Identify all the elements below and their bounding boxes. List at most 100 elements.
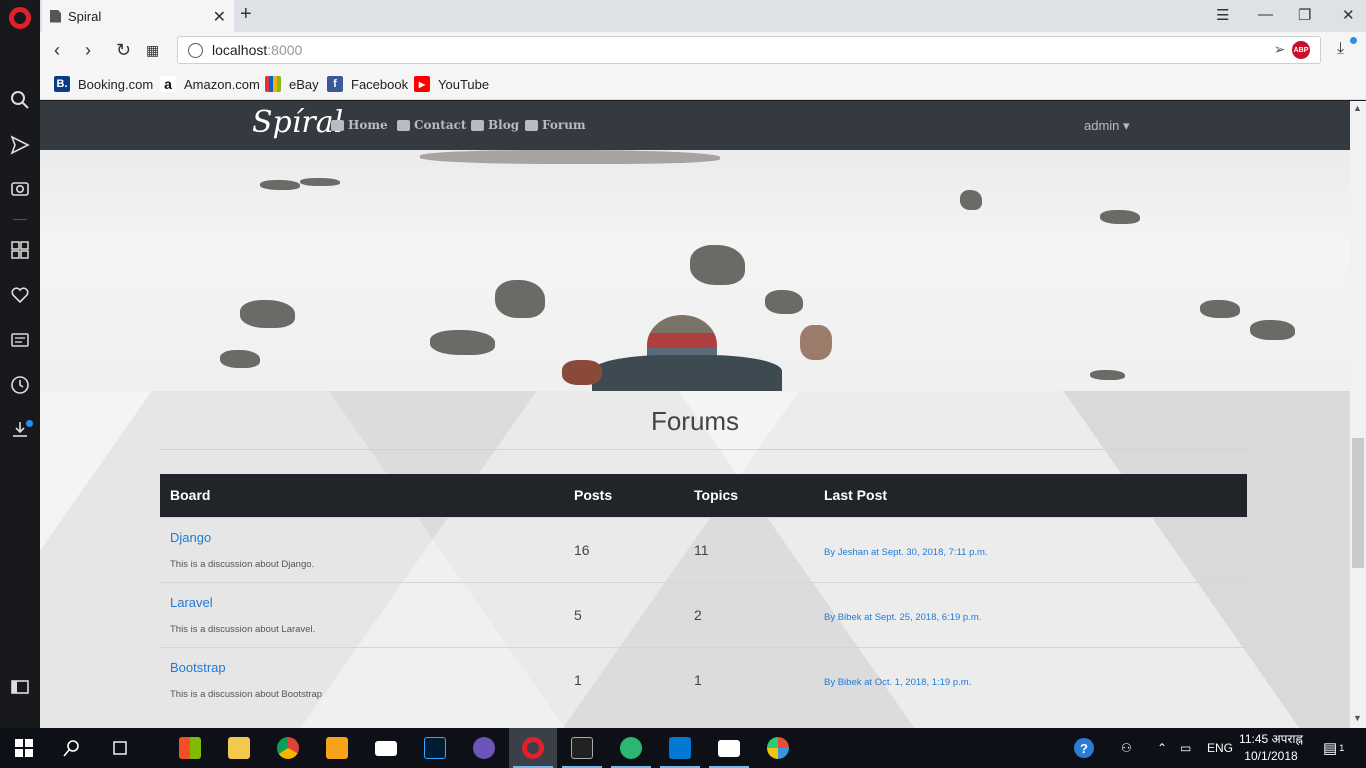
board-link[interactable]: Django <box>170 530 564 545</box>
chrome-icon[interactable] <box>264 728 312 768</box>
home-icon <box>331 119 344 131</box>
bookmark-facebook[interactable]: f Facebook <box>327 76 408 92</box>
nav-blog[interactable]: Blog <box>471 118 519 132</box>
rock <box>1200 300 1240 318</box>
url-port: :8000 <box>267 42 303 58</box>
download-icon[interactable]: ⤓ <box>1337 40 1344 58</box>
task-view-icon[interactable] <box>96 728 144 768</box>
bookmark-amazon[interactable]: a Amazon.com <box>160 76 260 92</box>
scroll-up-icon[interactable]: ▲ <box>1353 103 1362 113</box>
restore-icon[interactable]: ❐ <box>1298 6 1311 24</box>
torrent-icon[interactable] <box>460 728 508 768</box>
facebook-icon: f <box>327 76 343 92</box>
nav-forum[interactable]: Forum <box>525 118 586 132</box>
board-cell: Bootstrap This is a discussion about Boo… <box>160 646 564 712</box>
site-navbar: Spíral Home Contact Blog Forum admin ▾ <box>40 101 1350 150</box>
globe-app-icon[interactable] <box>607 728 655 768</box>
minimize-icon[interactable]: — <box>1258 6 1273 23</box>
opera-logo-icon[interactable] <box>9 7 31 29</box>
bookmark-label: Booking.com <box>78 76 154 92</box>
youtube-icon: ▶ <box>414 76 430 92</box>
photoshop-icon[interactable] <box>411 728 459 768</box>
tray-overflow-icon[interactable]: ⌃ <box>1157 728 1167 768</box>
store-icon[interactable] <box>166 728 214 768</box>
download-badge-icon <box>26 420 33 427</box>
forum-table: Board Posts Topics Last Post Django This… <box>160 474 1247 712</box>
page-title: Forums <box>650 406 740 436</box>
topics-count: 1 <box>684 646 814 712</box>
bookmark-ebay[interactable]: eBay <box>265 76 319 92</box>
envelope-icon <box>397 119 410 131</box>
windows-taskbar: ? ⚇ ⌃ ▭ ENG 11:45 अपराह्न 10/1/2018 ▤ 1 <box>0 728 1366 768</box>
last-post-cell: By Jeshan at Sept. 30, 2018, 7:11 p.m. <box>814 516 1247 582</box>
rock <box>300 178 340 186</box>
tab-menu-icon[interactable]: ☰ <box>1216 6 1229 24</box>
scroll-thumb[interactable] <box>1352 438 1364 568</box>
header-posts: Posts <box>564 474 684 517</box>
bookmark-youtube[interactable]: ▶ YouTube <box>414 76 489 92</box>
nav-home[interactable]: Home <box>331 118 388 132</box>
media-player-icon[interactable] <box>313 728 361 768</box>
topics-count: 2 <box>684 581 814 647</box>
address-bar: ‹ › ↻ ▦ localhost:8000 ➢♡ ABP ⤓ <box>40 32 1366 68</box>
new-tab-button[interactable]: + <box>240 3 252 26</box>
bookmark-label: YouTube <box>438 76 490 92</box>
tab-spiral[interactable]: Spiral ✕ <box>42 0 234 32</box>
notification-center-icon[interactable]: ▤ 1 <box>1323 728 1344 768</box>
last-post-link[interactable]: By Bibek at Sept. 25, 2018, 6:19 p.m. <box>824 612 981 623</box>
site-brand[interactable]: Spíral <box>252 105 343 140</box>
heart-icon[interactable] <box>8 283 32 307</box>
notification-count: 1 <box>1339 743 1345 753</box>
bookmark-booking[interactable]: B. Booking.com <box>54 76 153 92</box>
news-icon[interactable] <box>8 328 32 352</box>
speed-dial-icon[interactable] <box>8 238 32 262</box>
page-scrollbar[interactable]: ▲ ▼ <box>1350 101 1366 728</box>
board-link[interactable]: Bootstrap <box>170 660 564 675</box>
vscode-icon[interactable] <box>656 728 704 768</box>
back-icon[interactable]: ‹ <box>54 40 60 61</box>
start-icon[interactable] <box>0 728 48 768</box>
sidebar-divider <box>13 219 27 220</box>
bookmark-label: Amazon.com <box>184 76 260 92</box>
send-icon[interactable] <box>8 133 32 157</box>
language-indicator[interactable]: ENG <box>1207 728 1233 768</box>
scroll-down-icon[interactable]: ▼ <box>1353 713 1362 723</box>
rock <box>220 350 260 368</box>
url-input[interactable]: localhost:8000 ➢♡ <box>177 36 1321 64</box>
bookmark-label: eBay <box>289 76 319 92</box>
clock-date: 10/1/2018 <box>1244 749 1298 763</box>
rock <box>240 300 295 328</box>
header-topics: Topics <box>684 474 814 517</box>
photos-icon[interactable] <box>705 728 753 768</box>
rock <box>260 180 300 190</box>
search-icon[interactable] <box>8 88 32 112</box>
clock-time: 11:45 अपराह्न <box>1239 732 1303 746</box>
opera-taskbar-icon[interactable] <box>509 728 557 768</box>
rock <box>690 245 745 285</box>
header-last-post: Last Post <box>814 474 1247 517</box>
sidebar-toggle-icon[interactable] <box>8 675 32 699</box>
forward-icon[interactable]: › <box>85 40 91 61</box>
opera-sidebar <box>0 0 40 728</box>
history-icon[interactable] <box>8 373 32 397</box>
help-icon[interactable]: ? <box>1074 728 1094 768</box>
people-icon[interactable]: ⚇ <box>1121 728 1132 768</box>
adblock-icon[interactable]: ABP <box>1292 41 1310 59</box>
board-link[interactable]: Laravel <box>170 595 564 610</box>
user-menu[interactable]: admin ▾ <box>1084 118 1130 134</box>
terminal-icon[interactable] <box>558 728 606 768</box>
camera-icon[interactable] <box>8 176 32 200</box>
last-post-link[interactable]: By Jeshan at Sept. 30, 2018, 7:11 p.m. <box>824 547 988 558</box>
mail-icon[interactable] <box>362 728 410 768</box>
tab-grid-icon[interactable]: ▦ <box>146 42 159 59</box>
file-explorer-icon[interactable] <box>215 728 263 768</box>
reload-icon[interactable]: ↻ <box>116 40 131 61</box>
last-post-link[interactable]: By Bibek at Oct. 1, 2018, 1:19 p.m. <box>824 677 971 688</box>
paint-icon[interactable] <box>754 728 802 768</box>
battery-icon[interactable]: ▭ <box>1180 728 1191 768</box>
taskbar-search-icon[interactable] <box>48 728 96 768</box>
tab-close-icon[interactable]: ✕ <box>213 7 226 27</box>
close-window-icon[interactable]: ✕ <box>1342 6 1355 24</box>
nav-contact[interactable]: Contact <box>397 118 466 132</box>
system-clock[interactable]: 11:45 अपराह्न 10/1/2018 <box>1236 731 1306 765</box>
